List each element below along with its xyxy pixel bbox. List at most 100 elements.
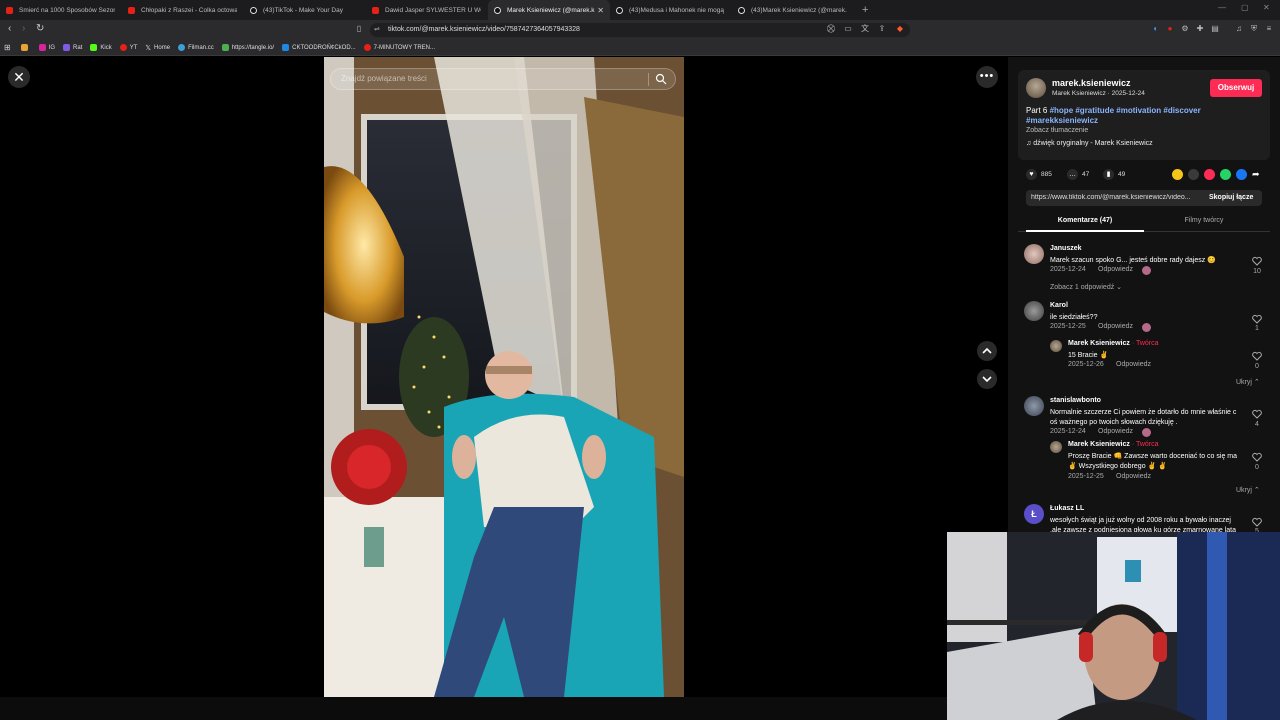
browser-tab-active[interactable]: Marek Ksieniewicz (@marek.k ✕ (488, 0, 610, 20)
save-stat[interactable]: ▮ 49 (1103, 169, 1125, 180)
heart-icon[interactable] (1252, 452, 1262, 462)
heart-icon[interactable] (1252, 314, 1262, 324)
reply-button[interactable]: Odpowiedz (1098, 428, 1133, 435)
comment-stat[interactable]: … 47 (1067, 169, 1089, 180)
reload-icon[interactable]: ↻ (36, 23, 44, 34)
apps-icon[interactable]: ⊞ (4, 43, 11, 52)
x-icon: 𝕏 (145, 45, 152, 52)
webcam-overlay (947, 532, 1280, 720)
avatar[interactable] (1050, 340, 1062, 352)
embed-icon[interactable] (1188, 169, 1199, 180)
avatar[interactable] (1026, 78, 1046, 98)
reply-button[interactable]: Odpowiedz (1098, 323, 1133, 330)
comment-author[interactable]: Marek Ksieniewicz · Twórca (1068, 340, 1159, 347)
browser-tab[interactable]: Chłopaki z Raszei - Colka octowa (122, 0, 244, 20)
puzzle-icon[interactable]: ✚ (1195, 24, 1205, 34)
reply-button[interactable]: Odpowiedz (1116, 473, 1151, 480)
follow-button[interactable]: Obserwuj (1210, 79, 1262, 97)
reply-button[interactable]: Odpowiedz (1116, 361, 1151, 368)
search-icon[interactable] (655, 73, 667, 85)
view-replies-button[interactable]: Zobacz 1 odpowiedź ⌄ (1050, 283, 1122, 291)
hide-replies-button[interactable]: Ukryj ⌃ (1236, 486, 1260, 494)
screen-icon[interactable]: ▭ (843, 24, 853, 34)
instagram-icon (38, 44, 46, 51)
comment-icon[interactable]: … (1067, 169, 1078, 180)
avatar[interactable] (1024, 301, 1044, 321)
next-video-button[interactable] (977, 369, 997, 389)
back-icon[interactable]: ‹ (8, 23, 11, 34)
facebook-icon[interactable] (1236, 169, 1247, 180)
audio-icon[interactable]: ◖ (1150, 24, 1160, 34)
browser-tab[interactable]: (43)TikTok - Make Your Day (244, 0, 366, 20)
avatar[interactable] (1024, 396, 1044, 416)
see-translation-link[interactable]: Zobacz tłumaczenie (1026, 127, 1088, 134)
new-tab-button[interactable]: + (862, 4, 868, 16)
reply-button[interactable]: Odpowiedz (1098, 266, 1133, 273)
heart-icon[interactable]: ♥ (1026, 169, 1037, 180)
tab-title: Śmierć na 1000 Sposobów Sezon 3 (19, 6, 115, 14)
previous-video-button[interactable] (977, 341, 997, 361)
related-search-input[interactable]: Znajdź powiązane treści (330, 68, 676, 90)
heart-icon[interactable] (1252, 409, 1262, 419)
video-player[interactable] (324, 57, 684, 697)
comment-author[interactable]: Karol (1050, 302, 1068, 309)
browser-tab[interactable]: Śmierć na 1000 Sposobów Sezon 3 (0, 0, 122, 20)
avatar[interactable] (1050, 441, 1062, 453)
close-tab-icon[interactable]: ✕ (597, 6, 604, 15)
browser-tab[interactable]: (43)Medusa i Mahonek nie mogą oci (610, 0, 732, 20)
avatar[interactable]: Ł (1024, 504, 1044, 524)
site-settings-icon[interactable]: ⇌ (374, 25, 380, 33)
close-icon[interactable]: ✕ (8, 66, 30, 88)
record-icon[interactable]: ● (1165, 24, 1175, 34)
bookmark-item[interactable]: YT (119, 44, 137, 51)
bookmark-item[interactable]: 7-MINUTOWY TREN... (363, 44, 435, 51)
vpn-icon[interactable]: ⛨ (1249, 24, 1259, 34)
window-close-icon[interactable]: ✕ (1263, 3, 1270, 12)
translate-icon[interactable]: 文 (860, 24, 870, 34)
bookmark-item[interactable]: Filman.cc (178, 44, 214, 51)
share-icon[interactable]: ⇪ (877, 24, 887, 34)
heart-icon[interactable] (1252, 517, 1262, 527)
bookmark-item[interactable]: CKTOODROŃ¢CkOD... (282, 44, 356, 51)
menu-icon[interactable]: ≡ (1264, 24, 1274, 34)
emoji-share-icon[interactable] (1172, 169, 1183, 180)
avatar[interactable] (1024, 244, 1044, 264)
hide-replies-button[interactable]: Ukryj ⌃ (1236, 378, 1260, 386)
comment-author[interactable]: stanislawbonto (1050, 397, 1101, 404)
comment-author[interactable]: Łukasz LL (1050, 505, 1084, 512)
heart-icon[interactable] (1252, 351, 1262, 361)
like-stat[interactable]: ♥ 885 (1026, 169, 1052, 180)
forward-icon[interactable]: › (22, 23, 25, 34)
heart-icon[interactable] (1252, 256, 1262, 266)
maximize-icon[interactable]: ▢ (1241, 3, 1249, 12)
browser-tab[interactable]: Dawid Jasper SYLWESTER U WÓJCIK (366, 0, 488, 20)
tab-creator-videos[interactable]: Filmy twórcy (1145, 217, 1263, 224)
bookmark-item[interactable] (20, 44, 31, 51)
copy-link-button[interactable]: Skopiuj łącze (1209, 194, 1253, 201)
author-handle[interactable]: marek.ksieniewicz (1052, 78, 1131, 88)
music-row[interactable]: ♫ dźwięk oryginalny - Marek Ksieniewicz (1026, 140, 1153, 147)
bookmark-page-icon[interactable]: ▯ (354, 24, 364, 34)
send-icon[interactable] (1204, 169, 1215, 180)
comment-author[interactable]: Januszek (1050, 245, 1082, 252)
hashtags[interactable]: #hope #gratitude #motivation #discover #… (1026, 106, 1201, 125)
bookmark-icon[interactable]: ▮ (1103, 169, 1114, 180)
bookmark-item[interactable]: Rat (63, 44, 82, 51)
forward-share-icon[interactable]: ➦ (1252, 169, 1263, 180)
brave-shield-icon[interactable]: ◆ (895, 24, 905, 34)
music-icon[interactable]: ♫ (1234, 24, 1244, 34)
bookmark-item[interactable]: 𝕏 Home (145, 44, 170, 53)
comment-author[interactable]: Marek Ksieniewicz · Twórca (1068, 441, 1159, 448)
browser-tab[interactable]: (43)Marek Ksieniewicz (@marek.ksie (732, 0, 854, 20)
bookmark-item[interactable]: Kick (90, 44, 112, 51)
video-link-text[interactable]: https://www.tiktok.com/@marek.ksieniewic… (1031, 194, 1201, 201)
bookmark-item[interactable]: IG (38, 44, 55, 51)
extension-icon[interactable]: ⚙ (1180, 24, 1190, 34)
minimize-icon[interactable]: — (1218, 3, 1226, 12)
bookmark-item[interactable]: https://tangle.io/ (221, 44, 274, 51)
sidebar-icon[interactable]: ▤ (1210, 24, 1220, 34)
more-options-icon[interactable]: ••• (976, 66, 998, 88)
tab-comments[interactable]: Komentarze (47) (1026, 217, 1144, 224)
whatsapp-icon[interactable] (1220, 169, 1231, 180)
no-tracking-icon[interactable]: ⛒ (826, 24, 836, 34)
